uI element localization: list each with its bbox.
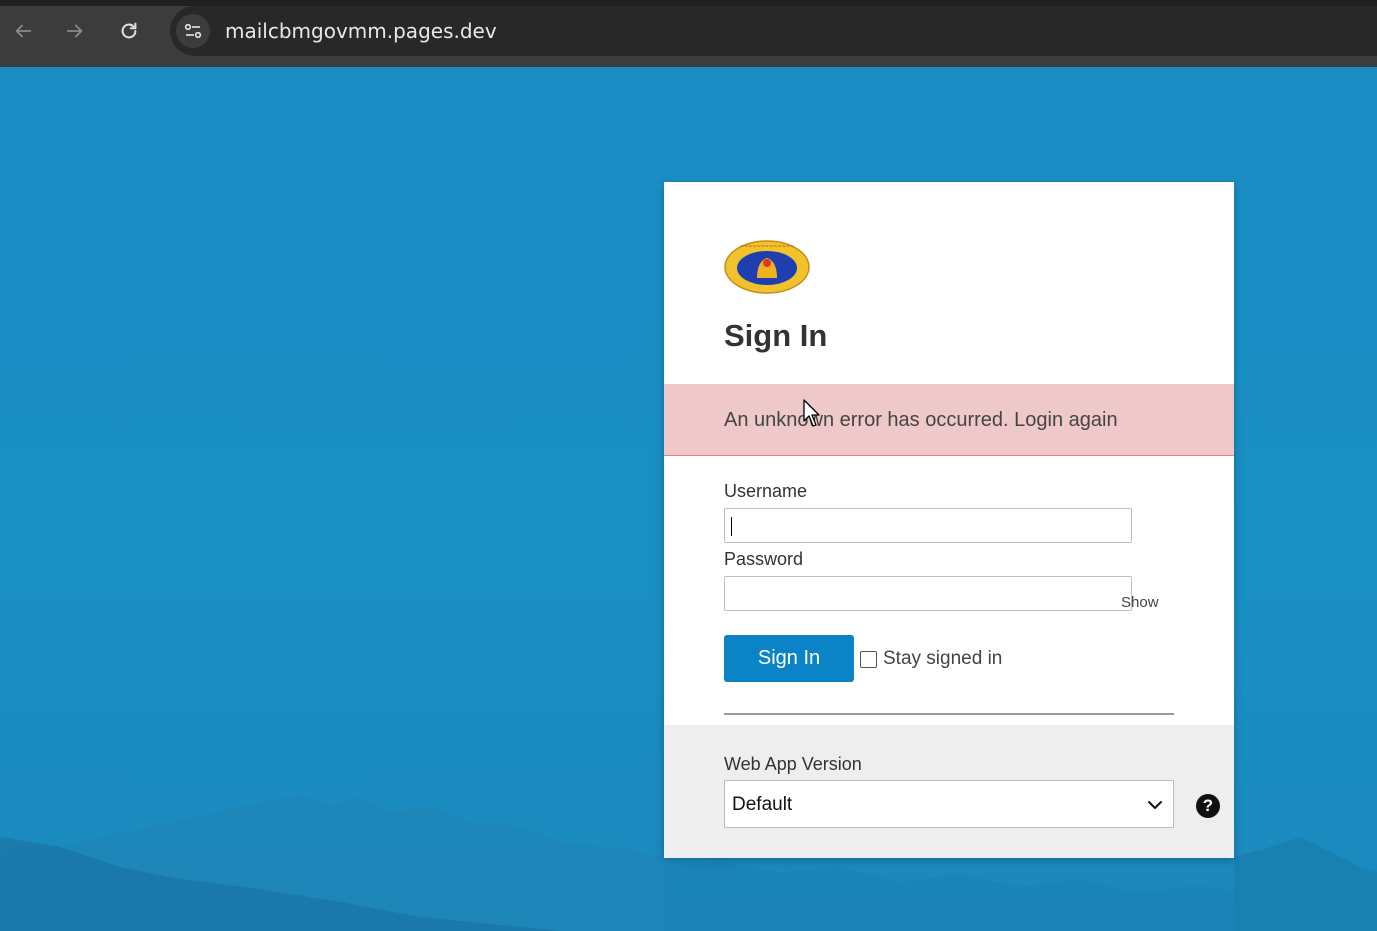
version-select[interactable]: Default (724, 780, 1174, 828)
url-text[interactable]: mailcbmgovmm.pages.dev (225, 19, 497, 43)
forward-button[interactable] (58, 14, 92, 48)
version-footer: Web App Version Default ? (664, 725, 1234, 858)
reload-button[interactable] (112, 14, 146, 48)
reload-icon (121, 22, 137, 39)
page-title: Sign In (724, 318, 828, 353)
stay-signed-in[interactable]: Stay signed in (860, 648, 1002, 670)
password-input[interactable] (724, 576, 1132, 611)
help-icon[interactable]: ? (1196, 794, 1220, 818)
stay-signed-in-checkbox[interactable] (860, 650, 877, 668)
password-label: Password (724, 549, 804, 569)
sign-in-button[interactable]: Sign In (724, 635, 854, 682)
login-card: ~~~~~~~~~~~~~ Sign In An unknown error h… (664, 182, 1234, 858)
error-message: An unknown error has occurred. Login aga… (724, 409, 1118, 431)
chevron-down-icon (1148, 801, 1162, 809)
svg-text:~~~~~~~~~~~~~: ~~~~~~~~~~~~~ (740, 244, 794, 250)
address-bar[interactable]: mailcbmgovmm.pages.dev (170, 6, 1377, 56)
username-label: Username (724, 481, 808, 501)
version-selected-value: Default (732, 794, 793, 815)
divider (724, 713, 1174, 715)
arrow-left-icon (15, 24, 32, 38)
tune-icon (184, 23, 202, 39)
mouse-cursor-icon (803, 399, 820, 427)
central-bank-logo: ~~~~~~~~~~~~~ (724, 240, 810, 294)
username-input[interactable] (724, 508, 1132, 543)
version-label: Web App Version (724, 754, 862, 774)
show-password-toggle[interactable]: Show (1121, 594, 1159, 611)
error-banner: An unknown error has occurred. Login aga… (664, 384, 1234, 456)
arrow-right-icon (66, 24, 83, 38)
browser-toolbar: mailcbmgovmm.pages.dev (0, 0, 1377, 67)
text-caret (731, 517, 732, 536)
back-button[interactable] (6, 14, 40, 48)
stay-signed-in-label[interactable]: Stay signed in (883, 648, 1002, 670)
site-info-button[interactable] (176, 14, 210, 48)
